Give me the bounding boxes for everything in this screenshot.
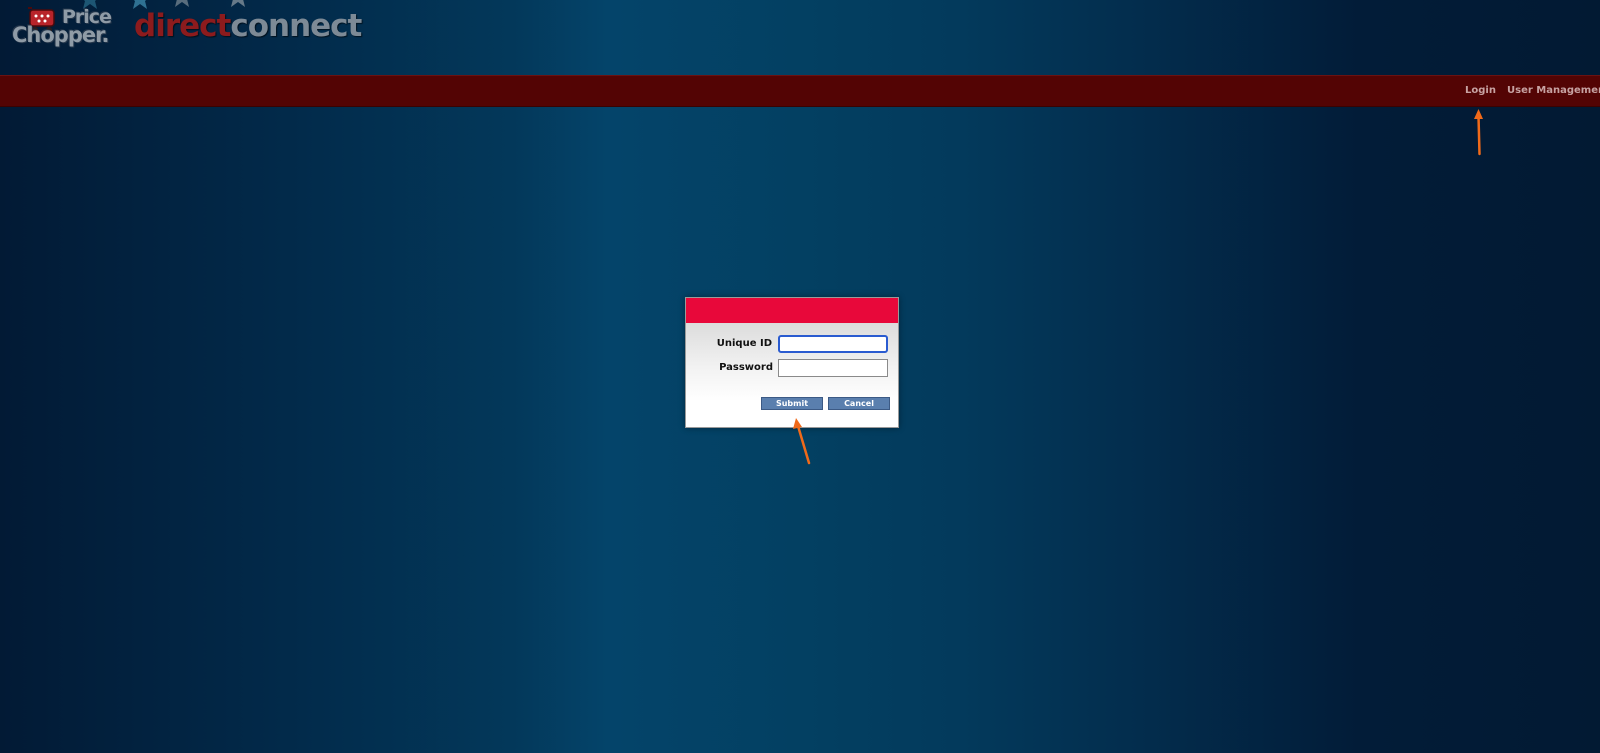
top-nav-bar: Login User Management: [0, 75, 1600, 107]
password-input[interactable]: [778, 359, 888, 377]
password-label: Password: [719, 362, 773, 373]
nav-user-management-link[interactable]: User Management: [1507, 85, 1600, 96]
annotation-arrow-icon: [1474, 109, 1483, 156]
site-header: Price Chopper. directconnect: [0, 0, 1600, 75]
dialog-header: [686, 298, 898, 323]
cancel-button[interactable]: Cancel: [828, 397, 890, 410]
annotation-arrow-icon: [793, 418, 811, 465]
logo-connect-word: connect: [230, 8, 362, 44]
login-form: Unique ID Password Submit Cancel: [686, 323, 898, 427]
submit-button[interactable]: Submit: [761, 397, 823, 410]
unique-id-input[interactable]: [778, 335, 888, 353]
logo-chopper-word: Chopper.: [12, 23, 109, 47]
nav-login-link[interactable]: Login: [1465, 85, 1496, 96]
login-dialog: Unique ID Password Submit Cancel: [685, 297, 899, 428]
unique-id-label: Unique ID: [716, 338, 772, 349]
price-chopper-logo[interactable]: Price Chopper. directconnect: [10, 0, 362, 60]
logo-direct-word: direct: [134, 8, 231, 44]
logo-directconnect: directconnect: [134, 8, 362, 44]
